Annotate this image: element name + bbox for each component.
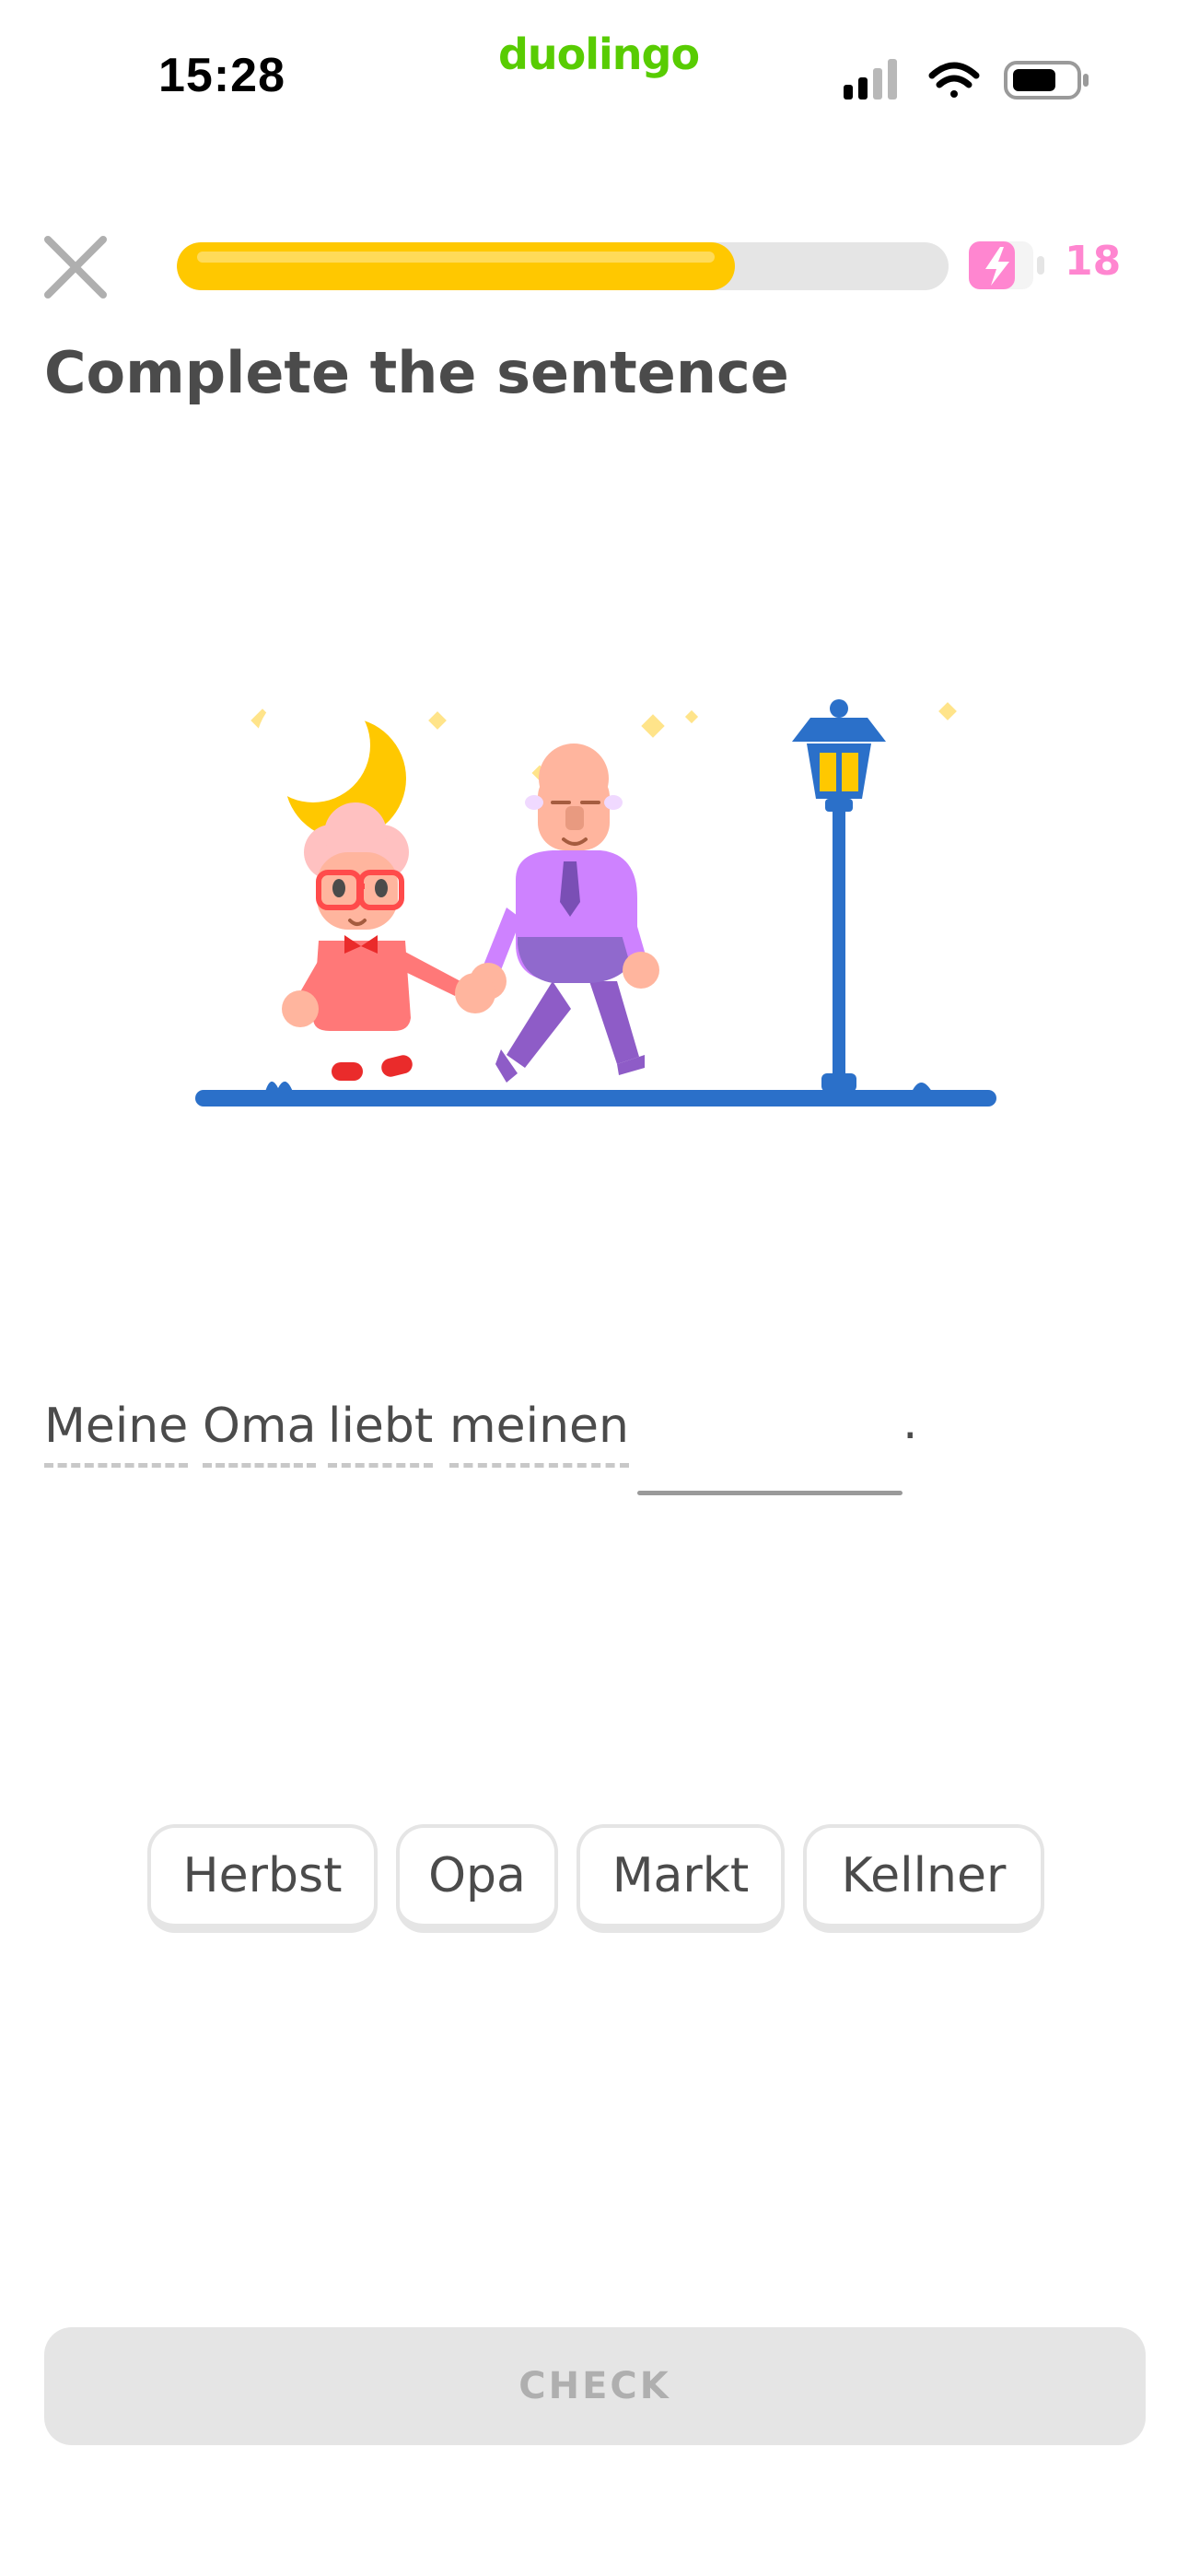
battery-icon bbox=[1004, 61, 1089, 100]
word-option[interactable]: Herbst bbox=[147, 1824, 378, 1933]
lesson-progress-fill bbox=[177, 242, 735, 290]
grandmother-character bbox=[282, 802, 460, 1081]
grandparents-night-walk-illustration bbox=[184, 677, 1013, 1119]
energy-battery-icon[interactable] bbox=[969, 240, 1046, 291]
page-title: Complete the sentence bbox=[44, 339, 789, 406]
signal-icon bbox=[844, 59, 897, 100]
word-option[interactable]: Opa bbox=[396, 1824, 558, 1933]
sentence-word[interactable]: Meine bbox=[44, 1399, 189, 1468]
sentence-prompt: Meine Oma liebt meinen . bbox=[44, 1382, 1149, 1511]
close-icon[interactable] bbox=[41, 232, 111, 302]
energy-count: 18 bbox=[1065, 238, 1122, 285]
close-button[interactable] bbox=[41, 232, 111, 302]
lesson-progress-bar bbox=[177, 242, 949, 290]
grandfather-character bbox=[470, 744, 659, 1083]
sentence-punctuation: . bbox=[903, 1395, 918, 1450]
status-time: 15:28 bbox=[158, 49, 285, 102]
street-lamp bbox=[792, 699, 886, 1092]
status-icons bbox=[844, 57, 1092, 103]
word-bank: Herbst Opa Markt Kellner bbox=[0, 1824, 1188, 1953]
sentence-word[interactable]: liebt bbox=[328, 1399, 434, 1468]
word-option[interactable]: Kellner bbox=[803, 1824, 1044, 1933]
wifi-icon bbox=[928, 62, 980, 98]
check-button[interactable]: CHECK bbox=[44, 2327, 1146, 2445]
app-name: duolingo bbox=[497, 29, 700, 79]
sentence-word[interactable]: meinen bbox=[449, 1399, 629, 1468]
word-option[interactable]: Markt bbox=[577, 1824, 785, 1933]
sentence-word[interactable]: Oma bbox=[203, 1399, 317, 1468]
answer-blank[interactable] bbox=[637, 1491, 903, 1495]
